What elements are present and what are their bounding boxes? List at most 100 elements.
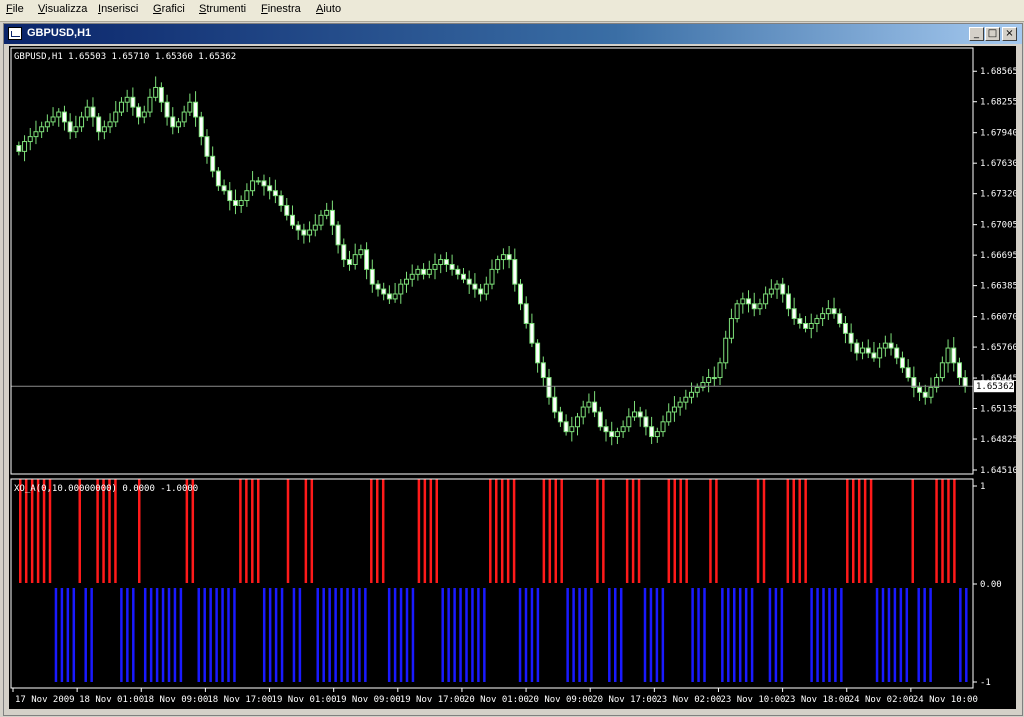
indicator-bar-down — [738, 588, 742, 682]
indicator-bar-up — [495, 479, 498, 583]
candle — [603, 426, 609, 433]
candle — [301, 229, 307, 236]
candle — [962, 377, 968, 387]
candle — [415, 268, 421, 275]
indicator-bar-down — [84, 588, 87, 682]
x-axis-tick-label: 19 Nov 17:00 — [400, 695, 465, 705]
candle — [728, 318, 734, 339]
indicator-bar-down — [834, 588, 837, 682]
candle — [50, 116, 56, 123]
maximize-button[interactable]: □ — [985, 27, 1000, 41]
candle — [227, 190, 233, 202]
window-titlebar[interactable]: GBPUSD,H1 _ □ × — [4, 24, 1022, 44]
y-axis-tick-label: 1.68255 — [980, 98, 1016, 108]
indicator-bar-up — [435, 479, 438, 583]
indicator-bar-up — [257, 479, 260, 583]
candle — [255, 180, 261, 183]
indicator-bar-down — [262, 588, 266, 682]
candle — [244, 190, 250, 202]
candle — [529, 322, 535, 344]
indicator-bar-down — [566, 588, 569, 682]
candle — [894, 347, 900, 359]
chart-canvas[interactable]: 1.68565 1.68255 1.67940 1.67630 1.67320 1.670… — [9, 46, 1018, 709]
menu-grafici[interactable]: Grafici — [153, 3, 185, 15]
chart-area[interactable]: 1.68565 1.68255 1.67940 1.67630 1.67320 1.670… — [9, 46, 1018, 709]
candle — [141, 111, 147, 118]
menu-inserisci[interactable]: Inserisci — [98, 3, 138, 15]
indicator-bar-down — [173, 588, 177, 682]
candle — [626, 416, 632, 428]
x-axis-tick-label: 19 Nov 01:00 — [272, 695, 337, 705]
candle — [289, 214, 295, 226]
candle — [797, 318, 803, 324]
indicator-bar-down — [274, 588, 278, 682]
menu-finestra[interactable]: Finestra — [261, 3, 301, 15]
close-button[interactable]: × — [1002, 27, 1017, 41]
candle — [198, 116, 204, 138]
indicator-plot — [19, 479, 968, 682]
indicator-bar-down — [661, 588, 665, 682]
indicator-label: XO_A(0,10.00000000) 0.0000 -1.0000 — [14, 484, 198, 494]
candle — [278, 195, 284, 206]
candle — [392, 293, 398, 300]
indicator-bar-up — [376, 479, 379, 583]
candle — [27, 136, 33, 143]
candle — [837, 313, 843, 324]
x-axis-tick-label: 20 Nov 17:00 — [592, 695, 657, 705]
candle — [369, 268, 375, 285]
indicator-bar-down — [292, 588, 296, 682]
indicator-bar-down — [328, 588, 331, 682]
indicator-bar-down — [471, 588, 474, 682]
minimize-button[interactable]: _ — [969, 27, 984, 41]
indicator-bar-down — [54, 588, 58, 682]
candle — [375, 283, 381, 290]
indicator-bar-down — [221, 588, 224, 682]
candle — [56, 111, 62, 118]
y-axis-tick-label: 1.64510 — [980, 466, 1016, 476]
candle — [694, 386, 700, 393]
x-axis-tick-label: 24 Nov 10:00 — [913, 695, 978, 705]
y-axis-tick-label: 1.66695 — [980, 251, 1016, 261]
menu-visualizza[interactable]: Visualizza — [38, 3, 87, 15]
menu-strumenti[interactable]: Strumenti — [199, 3, 246, 15]
indicator-bar-down — [268, 588, 272, 682]
indicator-bar-up — [804, 479, 807, 583]
candle — [586, 401, 592, 408]
indicator-bar-down — [643, 588, 647, 682]
indicator-bar-down — [316, 588, 319, 682]
indicator-bar-down — [215, 588, 218, 682]
x-axis-tick-label: 23 Nov 10:00 — [720, 695, 785, 705]
indicator-bar-down — [322, 588, 325, 682]
candle — [130, 96, 136, 108]
candle — [472, 283, 478, 290]
candle — [215, 170, 221, 187]
candle — [295, 224, 301, 231]
indicator-bar-up — [370, 479, 373, 583]
candle — [16, 144, 22, 152]
window-title: GBPUSD,H1 — [27, 27, 92, 39]
candle — [660, 421, 666, 433]
candle — [540, 362, 546, 379]
candle — [79, 116, 85, 128]
candle — [307, 229, 313, 236]
indicator-bar-down — [691, 588, 694, 682]
indicator-bar-down — [917, 588, 920, 682]
candle — [22, 141, 28, 152]
menu-aiuto[interactable]: Aiuto — [316, 3, 341, 15]
menu-file[interactable]: File — [6, 3, 24, 15]
candle — [500, 254, 506, 261]
price-plot — [11, 76, 973, 446]
candle — [632, 411, 638, 418]
candle — [39, 126, 45, 133]
indicator-bar-down — [393, 588, 397, 682]
x-axis-tick-label: 20 Nov 09:00 — [528, 695, 593, 705]
chart-info-label: GBPUSD,H1 1.65503 1.65710 1.65360 1.6536… — [14, 52, 236, 62]
indicator-bar-down — [959, 588, 962, 682]
indicator-bar-up — [500, 479, 504, 583]
candle — [261, 180, 267, 187]
indicator-bar-up — [417, 479, 421, 583]
candle — [426, 268, 432, 275]
indicator-bar-down — [649, 588, 653, 682]
indicator-bar-down — [929, 588, 932, 682]
candle — [711, 377, 717, 380]
